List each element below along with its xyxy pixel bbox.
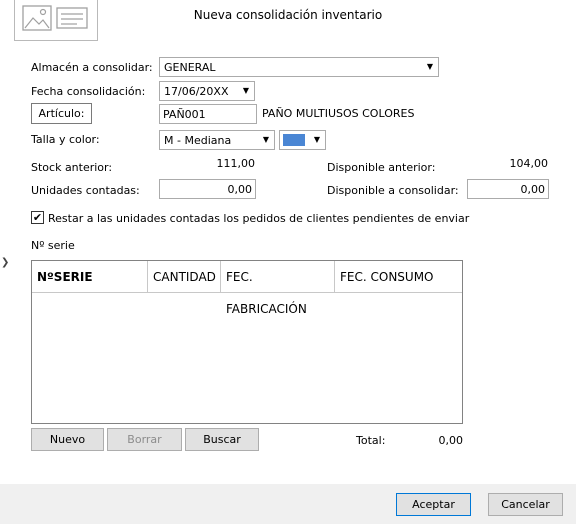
unidades-field[interactable]: 0,00 [159, 179, 256, 199]
column-header-fec-consumo[interactable]: FEC. CONSUMO [335, 261, 462, 293]
column-header-fec-fabricacion[interactable]: FEC. FABRICACIÓN [221, 261, 335, 316]
articulo-description: PAÑO MULTIUSOS COLORES [262, 107, 415, 120]
restar-label: Restar a las unidades contadas los pedid… [48, 212, 470, 225]
articulo-button[interactable]: Artículo: [31, 103, 92, 124]
stock-anterior-value: 111,00 [216, 157, 256, 170]
articulo-code: PAÑ001 [163, 108, 206, 121]
chevron-down-icon[interactable]: ▼ [258, 131, 274, 149]
borrar-button[interactable]: Borrar [107, 428, 182, 451]
serie-label: Nº serie [31, 239, 75, 252]
column-header-nserie[interactable]: NºSERIE [32, 261, 148, 293]
almacen-select[interactable]: GENERAL ▼ [159, 57, 439, 77]
almacen-value: GENERAL [164, 61, 216, 74]
disponible-consolidar-label: Disponible a consolidar: [327, 184, 459, 197]
talla-value: M - Mediana [164, 134, 232, 147]
fecha-label: Fecha consolidación: [31, 85, 146, 98]
nuevo-button[interactable]: Nuevo [31, 428, 104, 451]
articulo-code-field[interactable]: PAÑ001 [159, 104, 257, 124]
dialog-title: Nueva consolidación inventario [193, 8, 383, 22]
chevron-right-icon[interactable]: ❯ [1, 257, 9, 268]
disponible-anterior-value: 104,00 [509, 157, 549, 170]
disponible-anterior-label: Disponible anterior: [327, 161, 436, 174]
fecha-picker[interactable]: 17/06/20XX ▼ [159, 81, 255, 101]
disponible-consolidar-value: 0,00 [520, 183, 546, 196]
disponible-consolidar-field[interactable]: 0,00 [467, 179, 549, 199]
chevron-down-icon[interactable]: ▼ [238, 82, 254, 100]
color-select[interactable]: ▼ [279, 130, 326, 150]
unidades-label: Unidades contadas: [31, 184, 140, 197]
stock-anterior-label: Stock anterior: [31, 161, 113, 174]
cancel-button[interactable]: Cancelar [488, 493, 563, 516]
buscar-button[interactable]: Buscar [185, 428, 259, 451]
talla-label: Talla y color: [31, 133, 100, 146]
talla-select[interactable]: M - Mediana ▼ [159, 130, 275, 150]
chevron-down-icon[interactable]: ▼ [309, 131, 325, 149]
serie-grid[interactable]: NºSERIE CANTIDAD FEC. FABRICACIÓN FEC. C… [31, 260, 463, 424]
unidades-value: 0,00 [227, 183, 253, 196]
chevron-down-icon[interactable]: ▼ [422, 58, 438, 76]
color-swatch [283, 134, 305, 146]
check-icon: ✔ [32, 211, 43, 224]
grid-body[interactable] [32, 293, 462, 423]
restar-checkbox[interactable]: ✔ [31, 211, 44, 224]
column-header-cantidad[interactable]: CANTIDAD [148, 261, 221, 293]
total-value: 0,00 [438, 434, 464, 447]
almacen-label: Almacén a consolidar: [31, 61, 153, 74]
accept-button[interactable]: Aceptar [396, 493, 471, 516]
fecha-value: 17/06/20XX [164, 85, 229, 98]
total-label: Total: [356, 434, 386, 447]
